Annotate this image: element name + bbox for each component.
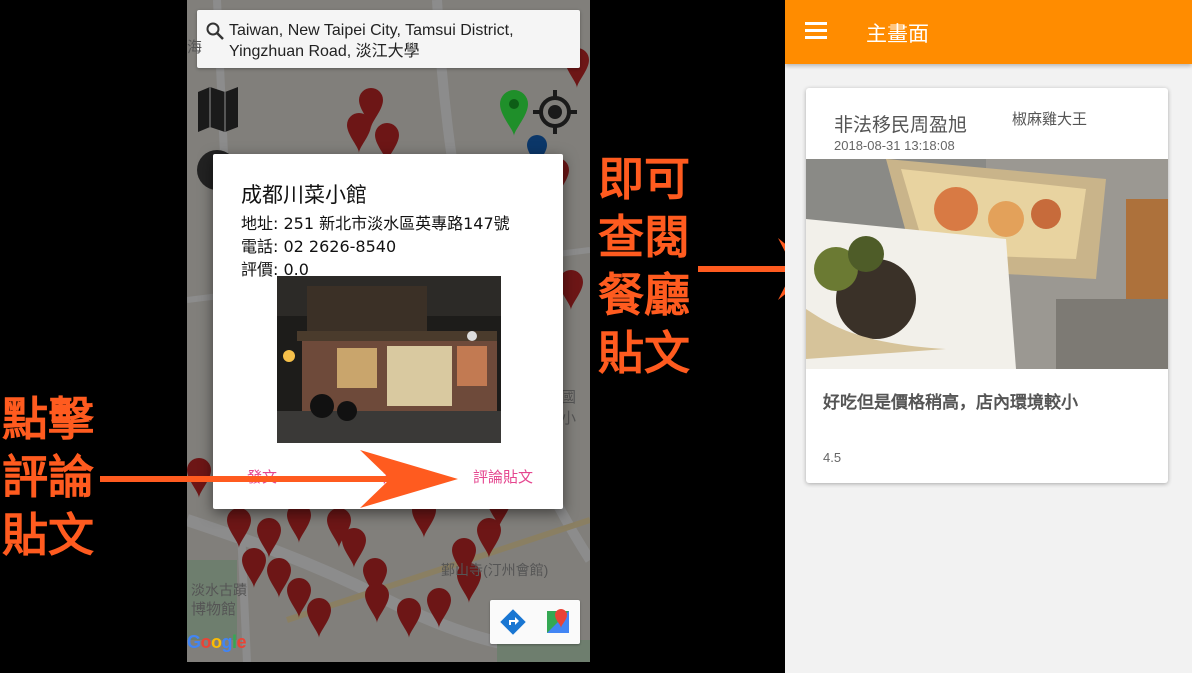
annotation-left-line: 點擊 [2, 392, 94, 446]
annotation-middle-line: 即可 [598, 152, 690, 206]
map-screen: Taiwan, New Taipei City, Tamsui District… [187, 0, 590, 662]
annotation-left-line: 評論 [2, 450, 94, 504]
post-screen: 主畫面 非法移民周盈旭 椒麻雞大王 2018-08-31 13:18:08 好吃… [785, 0, 1192, 673]
post-review-text: 好吃但是價格稍高，店內環境較小 [823, 393, 1078, 413]
post-restaurant: 椒麻雞大王 [1012, 110, 1088, 128]
post-rating: 4.5 [823, 450, 842, 465]
post-card[interactable]: 非法移民周盈旭 椒麻雞大王 2018-08-31 13:18:08 好吃但是價格… [806, 88, 1168, 483]
search-bar[interactable]: Taiwan, New Taipei City, Tamsui District… [197, 10, 580, 68]
app-bar: 主畫面 [785, 0, 1192, 64]
poi-label-heritage: 淡水古蹟 [191, 582, 247, 598]
search-text: Taiwan, New Taipei City, Tamsui District… [229, 20, 514, 62]
directions-icon [499, 609, 526, 635]
restaurant-name: 成都川菜小館 [241, 183, 367, 207]
post-author: 非法移民周盈旭 [834, 114, 968, 136]
google-logo: Google [187, 632, 247, 652]
menu-icon[interactable] [805, 22, 827, 40]
map-toolbar [490, 600, 580, 644]
search-text-line2: Yingzhuan Road, 淡江大學 [229, 43, 420, 60]
restaurant-phone: 電話: 02 2626-8540 [241, 237, 397, 256]
search-icon [206, 22, 224, 40]
review-posts-button[interactable]: 評論貼文 [473, 466, 533, 487]
poi-label-sea: 海 [187, 39, 203, 56]
annotation-middle-line: 查閱 [598, 210, 690, 264]
annotation-left: 點擊 評論 貼文 [2, 390, 94, 564]
my-location-icon[interactable] [531, 88, 579, 136]
annotation-middle-line: 餐廳 [598, 268, 690, 322]
restaurant-address: 地址: 251 新北市淡水區英專路147號 [241, 214, 510, 233]
poi-label-school: 國小 [561, 389, 577, 427]
annotation-left-line: 貼文 [2, 508, 94, 562]
post-date: 2018-08-31 13:18:08 [834, 138, 955, 153]
google-maps-icon [546, 609, 569, 633]
post-photo [806, 159, 1168, 369]
green-pin-icon[interactable] [499, 90, 529, 136]
map-icon[interactable] [195, 84, 241, 134]
poi-label-temple: 鄞山寺(汀州會館) [441, 562, 549, 578]
annotation-middle-line: 貼文 [598, 326, 690, 380]
arrow-to-review-button [100, 450, 458, 508]
poi-label-museum: 博物館 [191, 601, 237, 618]
annotation-middle: 即可 查閱 餐廳 貼文 [598, 150, 690, 382]
app-bar-title: 主畫面 [866, 22, 929, 46]
search-text-line1: Taiwan, New Taipei City, Tamsui District… [229, 22, 514, 39]
directions-button[interactable] [490, 600, 535, 644]
open-in-maps-button[interactable] [535, 600, 580, 644]
restaurant-photo [277, 276, 501, 443]
